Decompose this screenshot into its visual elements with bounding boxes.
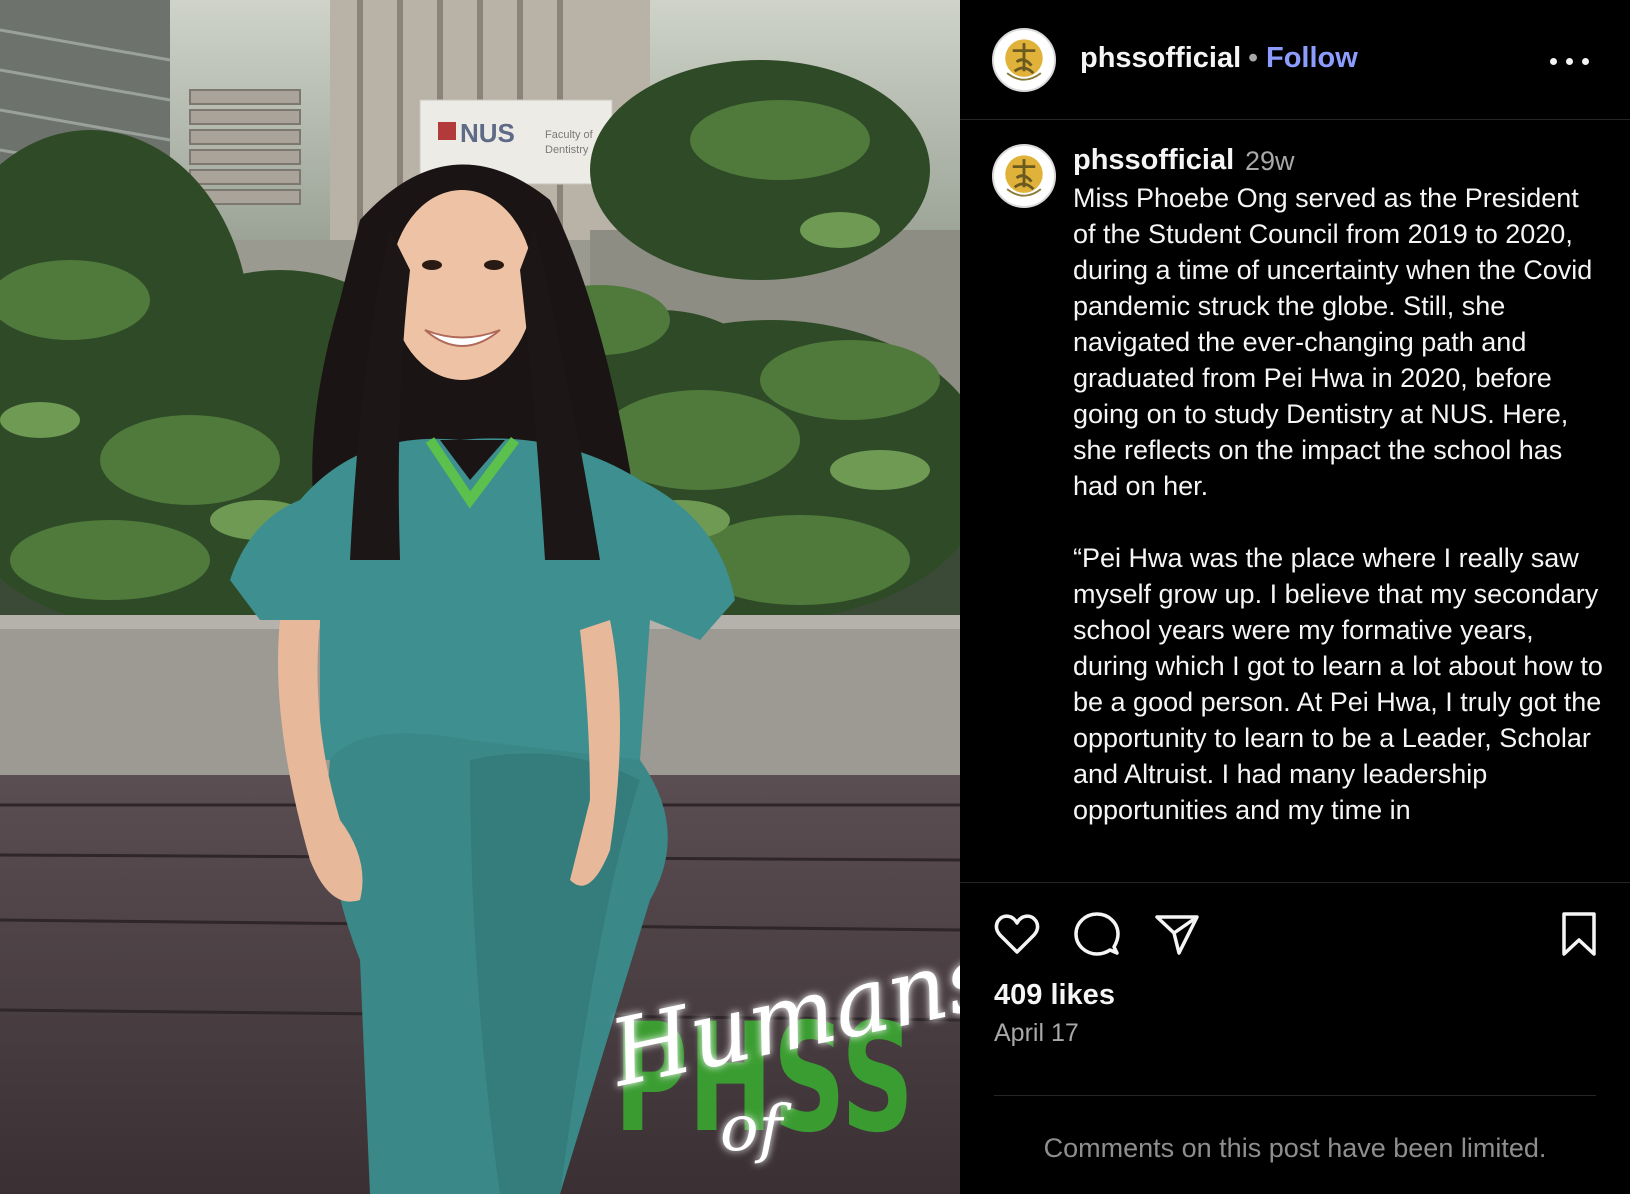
divider xyxy=(994,1095,1596,1096)
post-header: phssofficial • Follow xyxy=(960,0,1630,120)
school-logo-avatar[interactable] xyxy=(992,28,1056,92)
heart-icon[interactable] xyxy=(992,909,1042,959)
post-sidebar: phssofficial • Follow phssofficial 29w M… xyxy=(960,0,1630,1194)
comments-limited-notice: Comments on this post have been limited. xyxy=(1043,1133,1547,1163)
header-username[interactable]: phssofficial xyxy=(1080,42,1241,75)
post-photo[interactable]: NUS Faculty of Dentistry PHSS Humans of xyxy=(0,0,960,1194)
comment-icon[interactable] xyxy=(1072,909,1122,959)
post-date[interactable]: April 17 xyxy=(994,1019,1079,1048)
bookmark-icon[interactable] xyxy=(1554,909,1604,959)
caption-avatar[interactable] xyxy=(992,144,1056,208)
logo-icon xyxy=(995,31,1053,89)
caption-text: Miss Phoebe Ong served as the President … xyxy=(1073,183,1603,825)
sign-nus-text: NUS xyxy=(460,118,515,148)
caption-username[interactable]: phssofficial xyxy=(1073,144,1234,177)
likes-count[interactable]: 409 likes xyxy=(994,979,1115,1012)
caption-section: phssofficial 29w Miss Phoebe Ong served … xyxy=(960,120,1630,882)
post-actions: 409 likes April 17 Comments on this post… xyxy=(960,882,1630,1194)
sign-faculty-text: Faculty of xyxy=(545,129,594,141)
share-icon[interactable] xyxy=(1152,909,1202,959)
logo-icon xyxy=(995,147,1053,205)
overlay-of-text: of xyxy=(720,1092,793,1166)
header-separator: • xyxy=(1248,42,1259,74)
sign-dentistry-text: Dentistry xyxy=(545,144,589,156)
more-options-icon[interactable] xyxy=(1548,46,1592,74)
caption-time-ago[interactable]: 29w xyxy=(1245,146,1295,177)
photo-illustration: NUS Faculty of Dentistry PHSS Humans of xyxy=(0,0,960,1194)
follow-button[interactable]: Follow xyxy=(1266,42,1358,75)
